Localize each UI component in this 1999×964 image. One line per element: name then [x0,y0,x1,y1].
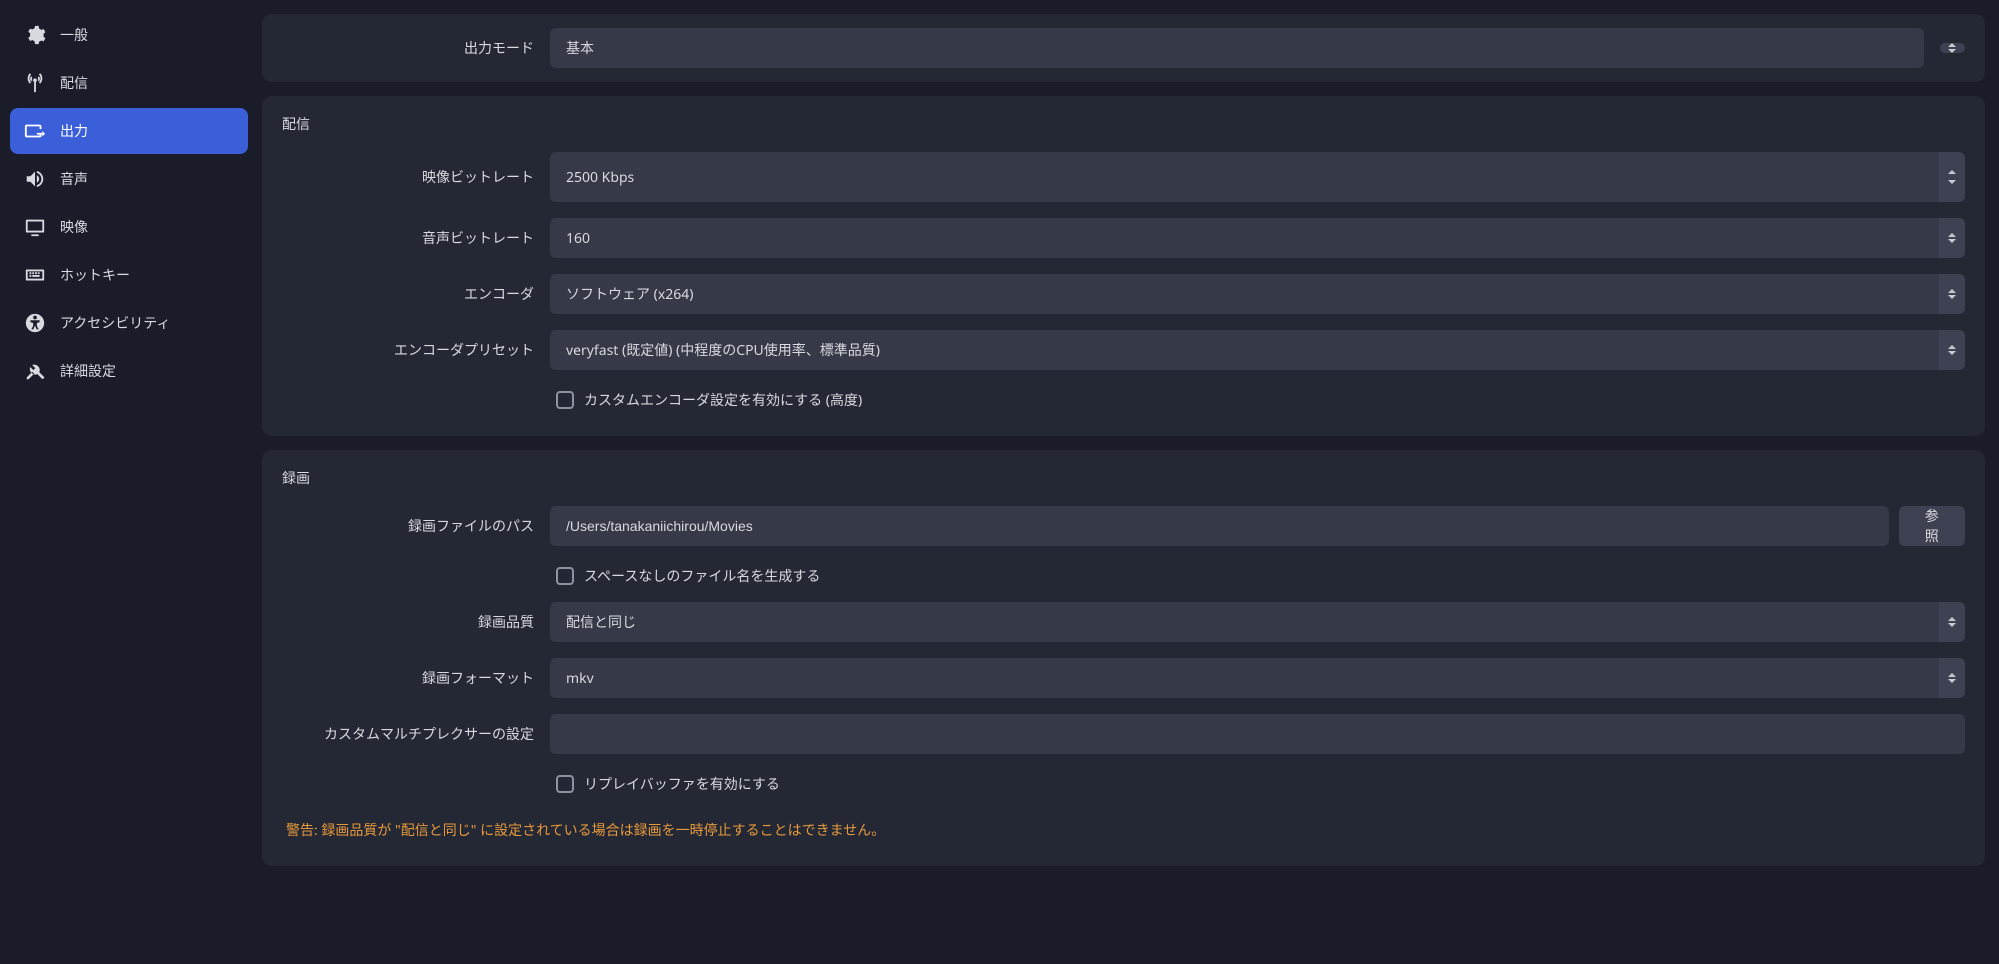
sidebar-item-stream[interactable]: 配信 [10,60,248,106]
encoder-preset-label: エンコーダプリセット [282,340,538,360]
record-format-stepper[interactable] [1939,658,1965,698]
record-quality-select[interactable]: 配信と同じ [550,602,1965,642]
speaker-icon [24,168,46,190]
encoder-preset-select[interactable]: veryfast (既定値) (中程度のCPU使用率、標準品質) [550,330,1965,370]
chevron-up-icon [1948,170,1956,174]
audio-bitrate-select[interactable]: 160 [550,218,1965,258]
audio-bitrate-label: 音声ビットレート [282,228,538,248]
sidebar-item-label: 詳細設定 [60,361,116,381]
record-path-label: 録画ファイルのパス [282,516,538,536]
encoder-preset-stepper[interactable] [1939,330,1965,370]
audio-bitrate-stepper[interactable] [1939,218,1965,258]
nospace-filename-label: スペースなしのファイル名を生成する [584,566,820,586]
output-mode-select[interactable]: 基本 [550,28,1924,68]
sidebar-item-label: アクセシビリティ [60,313,170,333]
nospace-filename-checkbox[interactable] [556,567,574,585]
record-quality-stepper[interactable] [1939,602,1965,642]
chevron-up-icon [1948,345,1956,349]
sidebar-item-label: 映像 [60,217,88,237]
video-bitrate-label: 映像ビットレート [282,167,538,187]
video-bitrate-stepper[interactable] [1939,152,1965,202]
chevron-down-icon [1948,623,1956,627]
record-path-input[interactable] [550,506,1889,546]
chevron-up-icon [1948,673,1956,677]
chevron-up-icon [1948,233,1956,237]
video-bitrate-spinner[interactable]: 2500 Kbps [550,152,1965,202]
sidebar-item-label: 配信 [60,73,88,93]
keyboard-icon [24,264,46,286]
output-icon [24,120,46,142]
replay-buffer-checkbox[interactable] [556,775,574,793]
record-format-select[interactable]: mkv [550,658,1965,698]
stream-section-title: 配信 [282,114,1965,134]
chevron-down-icon [1948,679,1956,683]
replay-buffer-label: リプレイバッファを有効にする [584,774,780,794]
chevron-down-icon [1948,351,1956,355]
stream-panel: 配信 映像ビットレート 2500 Kbps 音声ビットレート 160 [262,96,1985,436]
sidebar-item-label: 音声 [60,169,88,189]
sidebar-item-general[interactable]: 一般 [10,12,248,58]
antenna-icon [24,72,46,94]
sidebar-item-label: 出力 [60,121,88,141]
sidebar-item-label: 一般 [60,25,88,45]
chevron-down-icon [1948,295,1956,299]
gear-icon [24,24,46,46]
muxer-settings-input[interactable] [550,714,1965,754]
chevron-up-icon [1948,617,1956,621]
chevron-up-icon [1948,289,1956,293]
browse-button[interactable]: 参照 [1899,506,1965,546]
output-mode-label: 出力モード [282,38,538,58]
record-quality-label: 録画品質 [282,612,538,632]
encoder-stepper[interactable] [1939,274,1965,314]
custom-encoder-checkbox[interactable] [556,391,574,409]
record-format-label: 録画フォーマット [282,668,538,688]
chevron-down-icon [1948,49,1956,53]
custom-encoder-checkbox-label: カスタムエンコーダ設定を有効にする (高度) [584,390,862,410]
settings-main: 出力モード 基本 配信 映像ビットレート 2500 Kbps [258,0,1999,964]
muxer-settings-label: カスタムマルチプレクサーの設定 [282,724,538,744]
sidebar-item-hotkeys[interactable]: ホットキー [10,252,248,298]
chevron-up-icon [1948,43,1956,47]
sidebar-item-video[interactable]: 映像 [10,204,248,250]
chevron-down-icon [1948,239,1956,243]
monitor-icon [24,216,46,238]
chevron-down-icon [1948,180,1956,184]
record-section-title: 録画 [282,468,1965,488]
record-panel: 録画 録画ファイルのパス 参照 スペースなしのファイル名を生成する 録画品質 配… [262,450,1985,866]
sidebar-item-output[interactable]: 出力 [10,108,248,154]
accessibility-icon [24,312,46,334]
output-mode-panel: 出力モード 基本 [262,14,1985,82]
sidebar-item-label: ホットキー [60,265,130,285]
recording-warning: 警告: 録画品質が "配信と同じ" に設定されている場合は録画を一時停止すること… [282,810,1965,844]
sidebar-item-advanced[interactable]: 詳細設定 [10,348,248,394]
tools-icon [24,360,46,382]
encoder-label: エンコーダ [282,284,538,304]
output-mode-stepper[interactable] [1940,43,1965,53]
sidebar-item-audio[interactable]: 音声 [10,156,248,202]
sidebar-item-accessibility[interactable]: アクセシビリティ [10,300,248,346]
settings-sidebar: 一般 配信 出力 音声 映像 ホットキー アクセシビリティ [0,0,258,964]
encoder-select[interactable]: ソフトウェア (x264) [550,274,1965,314]
